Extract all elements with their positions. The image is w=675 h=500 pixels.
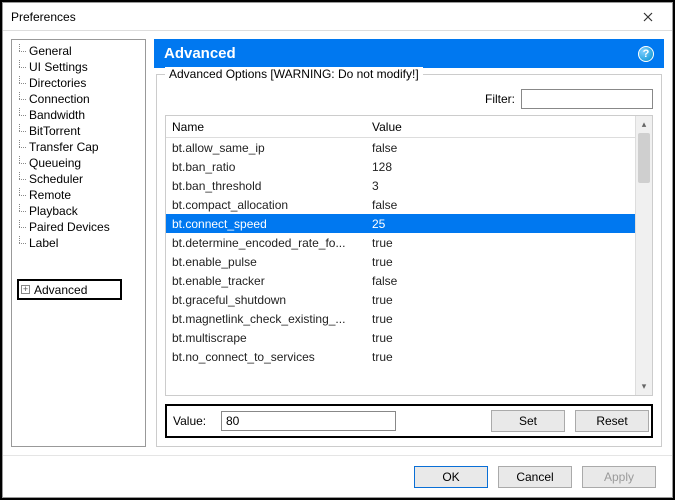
- table-row[interactable]: bt.enable_trackerfalse: [166, 271, 635, 290]
- cell-name: bt.ban_threshold: [166, 179, 366, 193]
- group-legend: Advanced Options [WARNING: Do not modify…: [165, 67, 423, 81]
- main-panel: Advanced ? Advanced Options [WARNING: Do…: [154, 39, 664, 447]
- value-input[interactable]: [221, 411, 396, 431]
- cell-value: false: [366, 274, 635, 288]
- cell-value: 25: [366, 217, 635, 231]
- table-row[interactable]: bt.determine_encoded_rate_fo...true: [166, 233, 635, 252]
- cell-value: true: [366, 331, 635, 345]
- cell-name: bt.multiscrape: [166, 331, 366, 345]
- tree-item[interactable]: Bandwidth: [15, 107, 145, 123]
- value-label: Value:: [169, 414, 211, 428]
- advanced-options-group: Advanced Options [WARNING: Do not modify…: [156, 74, 662, 447]
- window-title: Preferences: [11, 10, 76, 24]
- tree-item[interactable]: Queueing: [15, 155, 145, 171]
- cell-value: true: [366, 293, 635, 307]
- tree-item-label: Advanced: [34, 283, 87, 297]
- titlebar[interactable]: Preferences: [3, 3, 672, 31]
- cell-value: true: [366, 255, 635, 269]
- cell-value: 128: [366, 160, 635, 174]
- reset-button[interactable]: Reset: [575, 410, 649, 432]
- tree-item-advanced[interactable]: + Advanced: [17, 279, 122, 300]
- cell-name: bt.no_connect_to_services: [166, 350, 366, 364]
- cell-value: true: [366, 236, 635, 250]
- tree-item[interactable]: Label: [15, 235, 145, 251]
- table-row[interactable]: bt.allow_same_ipfalse: [166, 138, 635, 157]
- cell-value: 3: [366, 179, 635, 193]
- scroll-up-icon[interactable]: ▴: [636, 116, 652, 133]
- tree-item[interactable]: Directories: [15, 75, 145, 91]
- cell-value: true: [366, 350, 635, 364]
- tree-item[interactable]: Connection: [15, 91, 145, 107]
- column-name[interactable]: Name: [166, 120, 366, 134]
- scroll-thumb[interactable]: [638, 133, 650, 183]
- cell-name: bt.determine_encoded_rate_fo...: [166, 236, 366, 250]
- table-row[interactable]: bt.ban_ratio128: [166, 157, 635, 176]
- cell-name: bt.enable_pulse: [166, 255, 366, 269]
- panel-header: Advanced ?: [154, 39, 664, 68]
- set-button[interactable]: Set: [491, 410, 565, 432]
- tree-item[interactable]: Remote: [15, 187, 145, 203]
- cell-name: bt.allow_same_ip: [166, 141, 366, 155]
- tree-item[interactable]: General: [15, 43, 145, 59]
- cell-name: bt.enable_tracker: [166, 274, 366, 288]
- table-header[interactable]: Name Value: [166, 116, 635, 138]
- category-tree[interactable]: GeneralUI SettingsDirectoriesConnectionB…: [11, 39, 146, 447]
- tree-item[interactable]: Scheduler: [15, 171, 145, 187]
- vertical-scrollbar[interactable]: ▴ ▾: [635, 116, 652, 395]
- tree-item[interactable]: Paired Devices: [15, 219, 145, 235]
- cell-name: bt.connect_speed: [166, 217, 366, 231]
- close-button[interactable]: [630, 6, 666, 28]
- dialog-footer: OK Cancel Apply: [3, 455, 672, 497]
- scroll-down-icon[interactable]: ▾: [636, 378, 652, 395]
- help-icon[interactable]: ?: [638, 46, 654, 62]
- table-row[interactable]: bt.graceful_shutdowntrue: [166, 290, 635, 309]
- cell-value: false: [366, 198, 635, 212]
- filter-input[interactable]: [521, 89, 653, 109]
- cancel-button[interactable]: Cancel: [498, 466, 572, 488]
- table-row[interactable]: bt.compact_allocationfalse: [166, 195, 635, 214]
- table-row[interactable]: bt.multiscrapetrue: [166, 328, 635, 347]
- tree-item[interactable]: BitTorrent: [15, 123, 145, 139]
- apply-button[interactable]: Apply: [582, 466, 656, 488]
- filter-label: Filter:: [485, 92, 515, 106]
- tree-item[interactable]: Playback: [15, 203, 145, 219]
- expand-icon[interactable]: +: [21, 285, 30, 294]
- table-row[interactable]: bt.enable_pulsetrue: [166, 252, 635, 271]
- table-scroll: Name Value bt.allow_same_ipfalsebt.ban_r…: [166, 116, 635, 395]
- options-table[interactable]: Name Value bt.allow_same_ipfalsebt.ban_r…: [165, 115, 653, 396]
- filter-row: Filter:: [165, 89, 653, 109]
- table-row[interactable]: bt.connect_speed25: [166, 214, 635, 233]
- cell-name: bt.graceful_shutdown: [166, 293, 366, 307]
- cell-name: bt.ban_ratio: [166, 160, 366, 174]
- cell-value: false: [366, 141, 635, 155]
- preferences-window: Preferences GeneralUI SettingsDirectorie…: [2, 2, 673, 498]
- table-row[interactable]: bt.ban_threshold3: [166, 176, 635, 195]
- cell-value: true: [366, 312, 635, 326]
- cell-name: bt.compact_allocation: [166, 198, 366, 212]
- cell-name: bt.magnetlink_check_existing_...: [166, 312, 366, 326]
- tree-item[interactable]: Transfer Cap: [15, 139, 145, 155]
- ok-button[interactable]: OK: [414, 466, 488, 488]
- close-icon: [643, 12, 653, 22]
- table-row[interactable]: bt.no_connect_to_servicestrue: [166, 347, 635, 366]
- table-row[interactable]: bt.magnetlink_check_existing_...true: [166, 309, 635, 328]
- panel-title: Advanced: [164, 45, 236, 62]
- column-value[interactable]: Value: [366, 120, 635, 134]
- value-editor: Value: Set Reset: [165, 404, 653, 438]
- tree-item[interactable]: UI Settings: [15, 59, 145, 75]
- dialog-body: GeneralUI SettingsDirectoriesConnectionB…: [3, 31, 672, 455]
